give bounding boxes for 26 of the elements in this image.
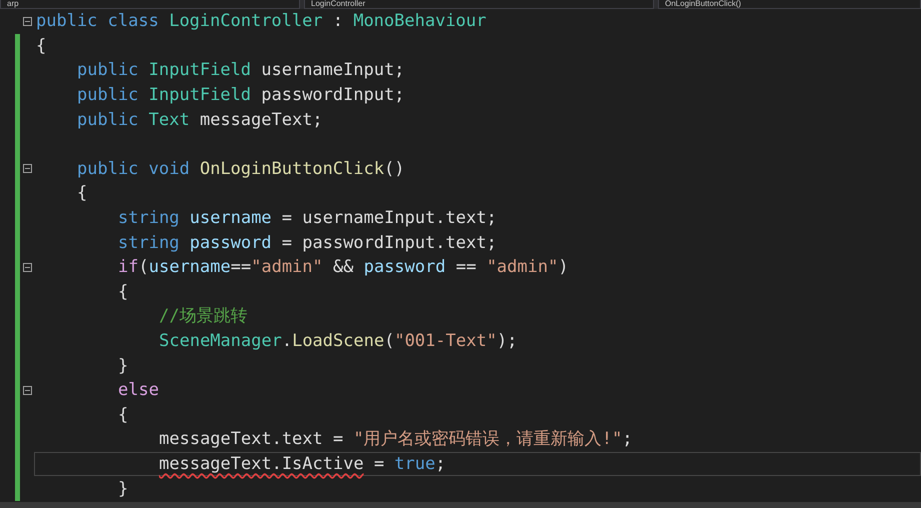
collapse-icon[interactable] xyxy=(22,386,32,395)
code-line: { xyxy=(118,404,128,426)
code-line: public InputField usernameInput; xyxy=(77,59,405,82)
code-line: public class LoginController : MonoBehaviour xyxy=(36,10,486,32)
navigation-dropdown[interactable]: OnLoginButtonClick() xyxy=(658,0,921,9)
code-line: if(username=="admin" && password == "admin") xyxy=(118,256,568,278)
code-line: SceneManager.LoadScene("001-Text"); xyxy=(159,330,518,352)
code-line: public InputField passwordInput; xyxy=(77,84,405,106)
code-line: { xyxy=(77,182,88,204)
code-line: string username = usernameInput.text; xyxy=(118,207,497,230)
code-line: } xyxy=(118,478,128,500)
code-line: { xyxy=(36,34,46,57)
navigation-dropdown[interactable]: LoginController xyxy=(304,0,654,9)
code-line: else xyxy=(118,379,159,402)
navigation-dropdown[interactable]: arp xyxy=(0,0,300,9)
code-line: messageText.IsActive = true; xyxy=(159,452,446,475)
code-line: public void OnLoginButtonClick() xyxy=(77,158,405,180)
code-line: messageText.text = "用户名或密码错误，请重新输入!"; xyxy=(159,428,632,450)
collapse-icon[interactable] xyxy=(22,16,32,26)
collapse-icon[interactable] xyxy=(22,262,32,272)
code-line: } xyxy=(118,354,128,377)
collapse-icon[interactable] xyxy=(22,164,32,174)
code-line: public Text messageText; xyxy=(77,108,323,131)
code-line: string password = passwordInput.text; xyxy=(118,232,497,254)
code-line: { xyxy=(118,280,128,303)
code-line: //场景跳转 xyxy=(159,305,248,328)
